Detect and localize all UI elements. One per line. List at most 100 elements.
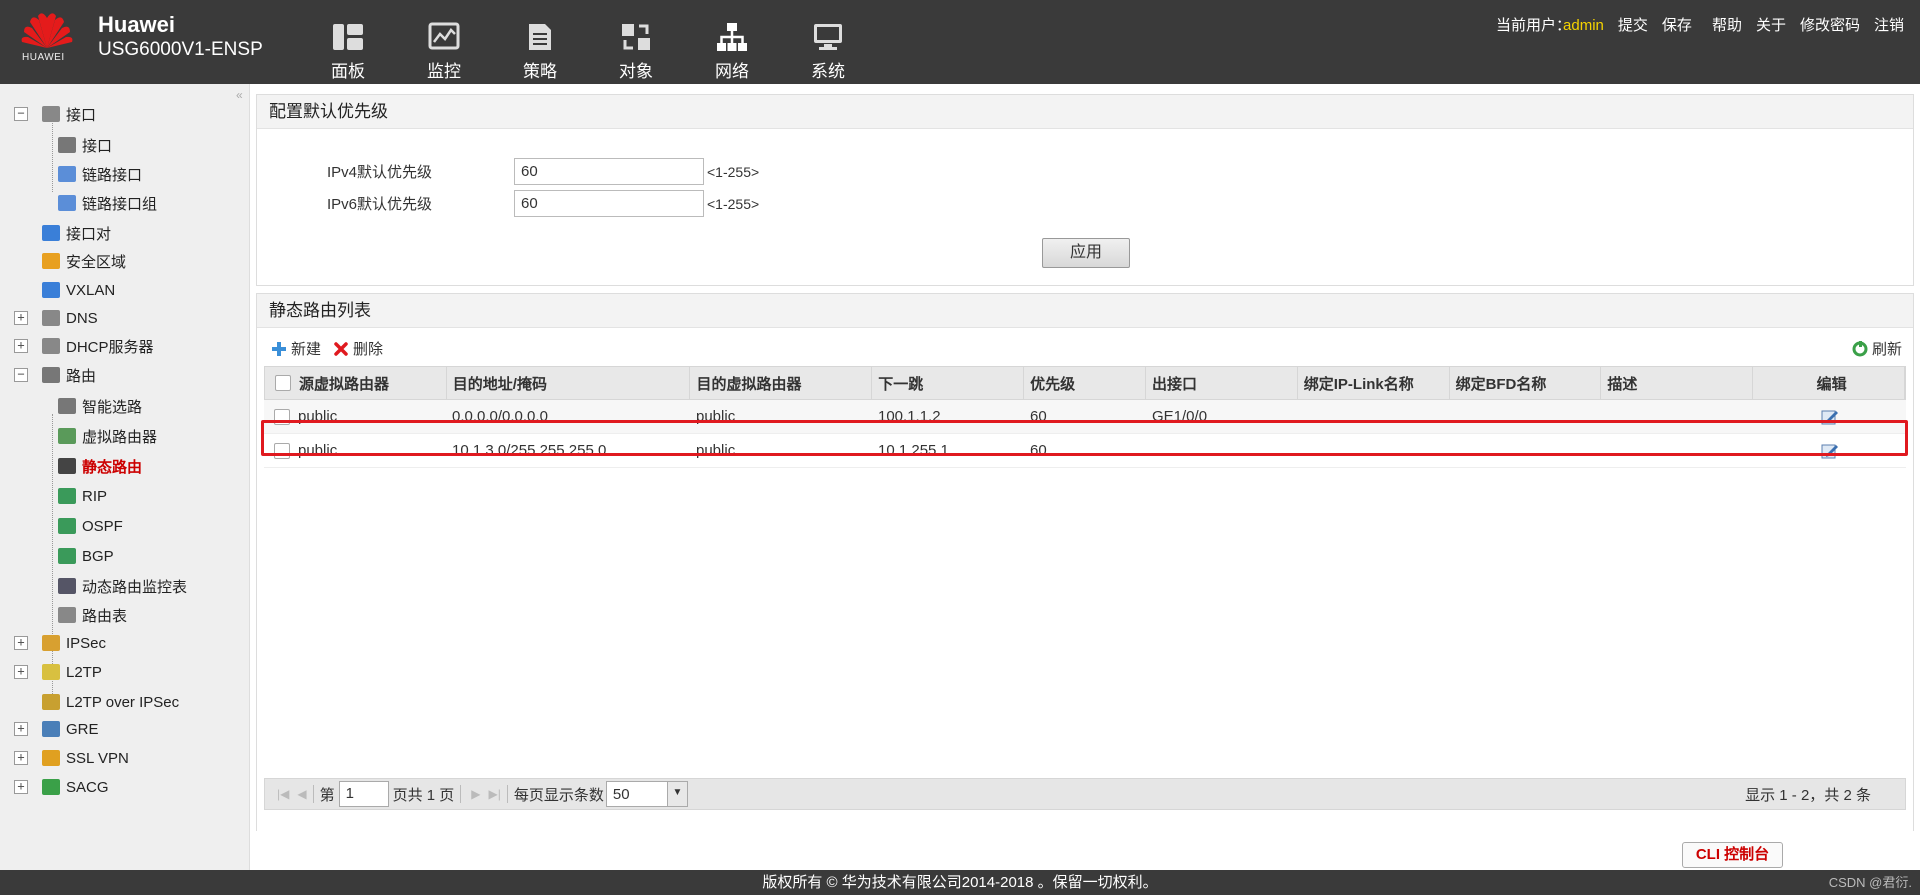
static-route-table: 源虚拟路由器 目的地址/掩码 目的虚拟路由器 下一跳 优先级 出接口 绑定IP-Link名称…: [264, 366, 1906, 468]
refresh-button[interactable]: 刷新: [1852, 338, 1902, 359]
delete-route-button[interactable]: 删除: [333, 338, 383, 359]
new-route-button[interactable]: 新建: [271, 338, 321, 359]
sidebar-item-label: RIP: [82, 487, 108, 505]
expand-icon[interactable]: +: [14, 311, 28, 325]
sidebar-item[interactable]: BGP: [58, 543, 114, 569]
sidebar-item[interactable]: − 接口: [14, 101, 96, 127]
row-checkbox[interactable]: [274, 408, 290, 425]
brand-name: Huawei: [98, 12, 176, 37]
column-header: 描述: [1601, 367, 1754, 399]
tree-node-icon: [58, 518, 76, 534]
delete-route-label: 删除: [353, 341, 384, 358]
edit-icon[interactable]: [1821, 409, 1839, 425]
expand-icon[interactable]: +: [14, 722, 28, 736]
sidebar-item[interactable]: VXLAN: [42, 277, 115, 303]
per-page-select[interactable]: 50 ▼: [605, 781, 688, 807]
current-user-name: admin: [1563, 17, 1604, 34]
expand-icon[interactable]: +: [14, 751, 28, 765]
sidebar-item[interactable]: + DHCP服务器: [14, 333, 154, 359]
column-header-label: 描述: [1607, 375, 1638, 393]
page-footer: 版权所有 © 华为技术有限公司2014-2018 。保留一切权利。 CSDN @…: [0, 870, 1920, 895]
sidebar-item[interactable]: + SSL VPN: [14, 745, 129, 771]
sidebar-item[interactable]: RIP: [58, 483, 107, 509]
sidebar-item[interactable]: 动态路由监控表: [58, 573, 187, 599]
current-user: 当前用户：admin: [1496, 14, 1604, 35]
column-header-label: 绑定BFD名称: [1455, 375, 1547, 393]
ipv4-priority-input[interactable]: 60: [514, 158, 704, 185]
pager-divider: [312, 785, 314, 803]
tree-node-icon: [42, 338, 60, 354]
next-page-icon[interactable]: ▶: [471, 787, 480, 801]
cell-value: GE1/0/0: [1152, 408, 1208, 425]
sidebar-item[interactable]: 路由表: [58, 602, 127, 628]
device-model: USG6000V1-ENSP: [98, 39, 263, 60]
expand-icon[interactable]: +: [14, 636, 28, 650]
ipv6-priority-input[interactable]: 60: [514, 190, 704, 217]
expand-icon[interactable]: +: [14, 339, 28, 353]
nav-system[interactable]: 系统: [780, 0, 876, 84]
nav-monitor-label: 监控: [427, 62, 461, 81]
table-cell: public: [690, 400, 872, 433]
first-page-icon[interactable]: |◀: [277, 787, 289, 801]
edit-cell: [1754, 434, 1906, 467]
sidebar-item[interactable]: 虚拟路由器: [58, 423, 157, 449]
sidebar-item[interactable]: + GRE: [14, 716, 99, 742]
column-header-label: 出接口: [1151, 375, 1197, 393]
table-row[interactable]: public 10.1.3.0/255.255.255.0 public 10.1.2…: [264, 434, 1906, 468]
nav-network[interactable]: 网络: [684, 0, 780, 84]
expand-icon[interactable]: +: [14, 665, 28, 679]
save-link[interactable]: 保存: [1662, 14, 1692, 35]
sidebar-item-label: VXLAN: [66, 281, 116, 299]
tree-node-icon: [58, 166, 76, 182]
cli-console-button[interactable]: CLI 控制台: [1682, 842, 1783, 868]
sidebar-item[interactable]: 接口: [58, 132, 112, 158]
sidebar-item-label: 智能选路: [82, 398, 143, 416]
submit-link[interactable]: 提交: [1618, 14, 1648, 35]
collapse-sidebar-icon[interactable]: «: [236, 88, 243, 102]
collapse-icon[interactable]: −: [14, 107, 28, 121]
sidebar-item[interactable]: − 路由: [14, 362, 96, 388]
sidebar-item[interactable]: 安全区域: [42, 248, 126, 274]
help-link[interactable]: 帮助: [1712, 14, 1742, 35]
page-number-input[interactable]: 1: [338, 781, 389, 807]
table-cell: 60: [1024, 400, 1146, 433]
about-link[interactable]: 关于: [1756, 14, 1786, 35]
ipv6-range-hint: <1-255>: [707, 196, 760, 212]
edit-icon[interactable]: [1821, 443, 1839, 459]
edit-cell: [1754, 400, 1906, 433]
nav-monitor[interactable]: 监控: [396, 0, 492, 84]
nav-policy[interactable]: 策略: [492, 0, 588, 84]
apply-button[interactable]: 应用: [1042, 238, 1130, 268]
nav-network-label: 网络: [715, 62, 749, 81]
nav-dashboard[interactable]: 面板: [300, 0, 396, 84]
sidebar-item[interactable]: + IPSec: [14, 630, 106, 656]
table-row[interactable]: public 0.0.0.0/0.0.0.0 public 100.1.1.2 60 GE…: [264, 400, 1906, 434]
dashboard-icon: [333, 24, 363, 50]
change-password-link[interactable]: 修改密码: [1800, 14, 1860, 35]
nav-object[interactable]: 对象: [588, 0, 684, 84]
sidebar-item[interactable]: + L2TP: [14, 659, 102, 685]
sidebar-item[interactable]: 静态路由: [58, 453, 142, 479]
nav-policy-label: 策略: [523, 62, 557, 81]
sidebar-item[interactable]: + SACG: [14, 774, 109, 800]
sidebar-item[interactable]: L2TP over IPSec: [42, 689, 179, 715]
expand-icon[interactable]: +: [14, 780, 28, 794]
sidebar-item[interactable]: 链路接口组: [58, 190, 157, 216]
logout-link[interactable]: 注销: [1874, 14, 1904, 35]
sidebar-item[interactable]: OSPF: [58, 513, 123, 539]
user-toolbar: 当前用户：admin 提交 保存 帮助 关于 修改密码 注销: [1496, 14, 1904, 35]
last-page-icon[interactable]: ▶|: [489, 787, 501, 801]
tree-node-icon: [42, 282, 60, 298]
sidebar-item[interactable]: 链路接口: [58, 161, 142, 187]
system-icon: [814, 24, 842, 50]
sidebar-item[interactable]: 接口对: [42, 220, 111, 246]
select-all-checkbox[interactable]: [275, 375, 291, 391]
row-checkbox[interactable]: [274, 442, 290, 459]
tree-node-icon: [58, 137, 76, 153]
column-header: 编辑: [1753, 367, 1905, 399]
collapse-icon[interactable]: −: [14, 368, 28, 382]
sidebar-item[interactable]: 智能选路: [58, 393, 142, 419]
prev-page-icon[interactable]: ◀: [297, 787, 306, 801]
tree-node-icon: [42, 664, 60, 680]
sidebar-item[interactable]: + DNS: [14, 305, 98, 331]
